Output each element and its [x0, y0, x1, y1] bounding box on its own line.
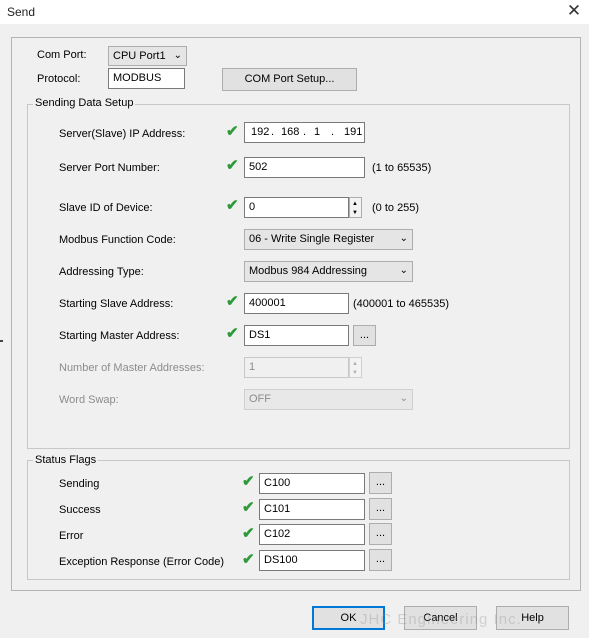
- server-ip-field[interactable]: 192 . 168 . 1 . 191: [244, 122, 365, 143]
- starting-master-field[interactable]: DS1: [244, 325, 349, 346]
- check-icon: ✔: [226, 157, 239, 174]
- addressing-type-select[interactable]: Modbus 984 Addressing ⌄: [244, 261, 413, 282]
- check-icon: ✔: [242, 551, 255, 568]
- starting-master-label: Starting Master Address:: [59, 330, 180, 342]
- sending-data-setup-title: Sending Data Setup: [33, 97, 136, 109]
- title-bar: [0, 0, 589, 24]
- num-master-spinner: ▲ ▼: [349, 357, 362, 378]
- status-success-field[interactable]: C101: [259, 499, 365, 520]
- word-swap-label: Word Swap:: [59, 394, 119, 406]
- window-edge-mark: [0, 340, 3, 342]
- check-icon: ✔: [242, 499, 255, 516]
- slave-id-label: Slave ID of Device:: [59, 202, 153, 214]
- status-sending-label: Sending: [59, 478, 100, 490]
- addressing-type-label: Addressing Type:: [59, 266, 144, 278]
- num-master-field: 1: [244, 357, 349, 378]
- status-exception-browse-button[interactable]: ...: [369, 549, 392, 571]
- protocol-label: Protocol:: [37, 73, 81, 85]
- status-exception-label: Exception Response (Error Code): [59, 556, 225, 568]
- protocol-field: MODBUS: [108, 68, 185, 89]
- ip-octet-2: 168: [281, 126, 300, 138]
- ip-octet-3: 1: [314, 126, 321, 138]
- status-flags-title: Status Flags: [33, 454, 99, 466]
- com-port-select[interactable]: CPU Port1 ⌄: [108, 46, 187, 66]
- watermark: JHC Engineering Inc.: [360, 611, 522, 628]
- server-port-range: (1 to 65535): [372, 162, 432, 174]
- function-code-select[interactable]: 06 - Write Single Register ⌄: [244, 229, 413, 250]
- server-ip-label: Server(Slave) IP Address:: [59, 128, 186, 140]
- ip-separator: .: [303, 126, 307, 138]
- chevron-down-icon: ⌄: [399, 393, 408, 404]
- com-port-value: CPU Port1: [113, 50, 166, 62]
- status-sending-browse-button[interactable]: ...: [369, 472, 392, 494]
- status-success-label: Success: [59, 504, 101, 516]
- slave-id-spinner[interactable]: ▲ ▼: [349, 197, 362, 218]
- spin-up-icon[interactable]: ▲: [352, 201, 358, 207]
- check-icon: ✔: [242, 473, 255, 490]
- server-port-field[interactable]: 502: [244, 157, 365, 178]
- chevron-down-icon: ⌄: [399, 265, 408, 276]
- com-port-label: Com Port:: [37, 49, 87, 61]
- status-error-field[interactable]: C102: [259, 524, 365, 545]
- status-error-browse-button[interactable]: ...: [369, 523, 392, 545]
- status-error-label: Error: [59, 530, 84, 542]
- window-title: Send: [7, 5, 36, 19]
- ip-separator: .: [271, 126, 275, 138]
- addressing-type-value: Modbus 984 Addressing: [249, 265, 368, 277]
- spin-down-icon: ▼: [352, 370, 358, 376]
- starting-slave-label: Starting Slave Address:: [59, 298, 174, 310]
- close-button[interactable]: ✕: [564, 1, 584, 21]
- com-port-setup-button[interactable]: COM Port Setup...: [222, 68, 357, 91]
- check-icon: ✔: [226, 123, 239, 140]
- function-code-label: Modbus Function Code:: [59, 234, 176, 246]
- ip-separator: .: [331, 126, 335, 138]
- function-code-value: 06 - Write Single Register: [249, 233, 375, 245]
- chevron-down-icon: ⌄: [399, 233, 408, 244]
- chevron-down-icon: ⌄: [173, 50, 182, 61]
- slave-id-field[interactable]: 0: [244, 197, 349, 218]
- check-icon: ✔: [226, 325, 239, 342]
- spin-down-icon[interactable]: ▼: [352, 210, 358, 216]
- check-icon: ✔: [226, 197, 239, 214]
- ip-octet-4: 191: [344, 126, 363, 138]
- word-swap-select: OFF ⌄: [244, 389, 413, 410]
- status-exception-field[interactable]: DS100: [259, 550, 365, 571]
- starting-master-browse-button[interactable]: ...: [353, 325, 376, 346]
- status-sending-field[interactable]: C100: [259, 473, 365, 494]
- word-swap-value: OFF: [249, 393, 271, 405]
- server-port-label: Server Port Number:: [59, 162, 160, 174]
- starting-slave-range: (400001 to 465535): [353, 298, 450, 310]
- spin-up-icon: ▲: [352, 361, 358, 367]
- ip-octet-1: 192: [251, 126, 270, 138]
- num-master-label: Number of Master Addresses:: [59, 362, 205, 374]
- status-success-browse-button[interactable]: ...: [369, 498, 392, 520]
- starting-slave-field[interactable]: 400001: [244, 293, 349, 314]
- check-icon: ✔: [226, 293, 239, 310]
- check-icon: ✔: [242, 525, 255, 542]
- slave-id-range: (0 to 255): [372, 202, 420, 214]
